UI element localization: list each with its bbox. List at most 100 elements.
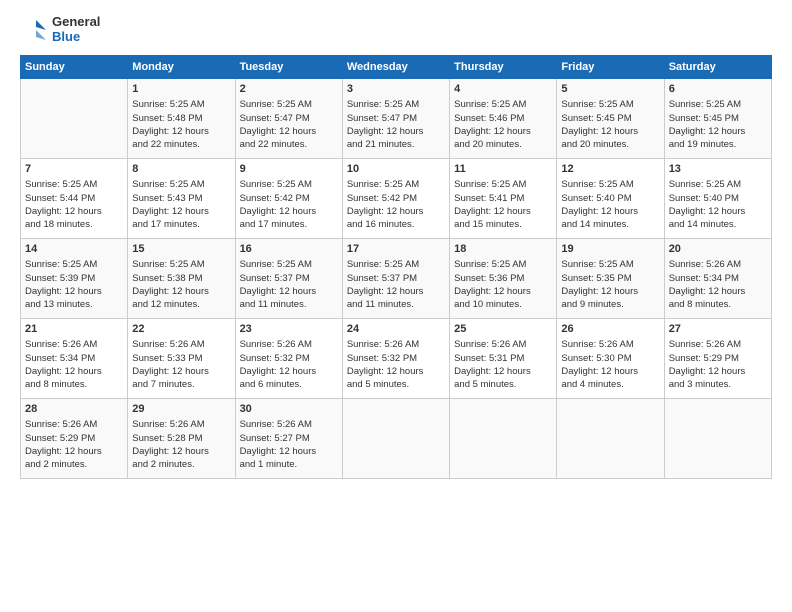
calendar-cell bbox=[557, 398, 664, 478]
week-row-5: 28Sunrise: 5:26 AM Sunset: 5:29 PM Dayli… bbox=[21, 398, 772, 478]
calendar-cell: 16Sunrise: 5:25 AM Sunset: 5:37 PM Dayli… bbox=[235, 238, 342, 318]
day-number: 21 bbox=[25, 322, 123, 337]
day-number: 29 bbox=[132, 402, 230, 417]
header-tuesday: Tuesday bbox=[235, 55, 342, 78]
calendar-cell: 3Sunrise: 5:25 AM Sunset: 5:47 PM Daylig… bbox=[342, 78, 449, 158]
day-number: 20 bbox=[669, 242, 767, 257]
calendar-cell: 21Sunrise: 5:26 AM Sunset: 5:34 PM Dayli… bbox=[21, 318, 128, 398]
header-sunday: Sunday bbox=[21, 55, 128, 78]
calendar-cell: 22Sunrise: 5:26 AM Sunset: 5:33 PM Dayli… bbox=[128, 318, 235, 398]
day-info: Sunrise: 5:25 AM Sunset: 5:45 PM Dayligh… bbox=[561, 98, 659, 151]
day-info: Sunrise: 5:26 AM Sunset: 5:32 PM Dayligh… bbox=[240, 338, 338, 391]
day-number: 16 bbox=[240, 242, 338, 257]
calendar-cell: 4Sunrise: 5:25 AM Sunset: 5:46 PM Daylig… bbox=[450, 78, 557, 158]
calendar-cell: 6Sunrise: 5:25 AM Sunset: 5:45 PM Daylig… bbox=[664, 78, 771, 158]
calendar-cell: 13Sunrise: 5:25 AM Sunset: 5:40 PM Dayli… bbox=[664, 158, 771, 238]
calendar-cell: 30Sunrise: 5:26 AM Sunset: 5:27 PM Dayli… bbox=[235, 398, 342, 478]
day-info: Sunrise: 5:25 AM Sunset: 5:42 PM Dayligh… bbox=[347, 178, 445, 231]
day-number: 9 bbox=[240, 162, 338, 177]
day-info: Sunrise: 5:26 AM Sunset: 5:34 PM Dayligh… bbox=[25, 338, 123, 391]
day-number: 15 bbox=[132, 242, 230, 257]
day-number: 18 bbox=[454, 242, 552, 257]
day-number: 2 bbox=[240, 82, 338, 97]
day-number: 1 bbox=[132, 82, 230, 97]
calendar-table: SundayMondayTuesdayWednesdayThursdayFrid… bbox=[20, 55, 772, 479]
day-number: 6 bbox=[669, 82, 767, 97]
day-info: Sunrise: 5:25 AM Sunset: 5:38 PM Dayligh… bbox=[132, 258, 230, 311]
day-info: Sunrise: 5:26 AM Sunset: 5:30 PM Dayligh… bbox=[561, 338, 659, 391]
calendar-cell: 18Sunrise: 5:25 AM Sunset: 5:36 PM Dayli… bbox=[450, 238, 557, 318]
day-number: 24 bbox=[347, 322, 445, 337]
day-info: Sunrise: 5:25 AM Sunset: 5:40 PM Dayligh… bbox=[669, 178, 767, 231]
calendar-cell: 19Sunrise: 5:25 AM Sunset: 5:35 PM Dayli… bbox=[557, 238, 664, 318]
day-number: 27 bbox=[669, 322, 767, 337]
day-info: Sunrise: 5:25 AM Sunset: 5:47 PM Dayligh… bbox=[347, 98, 445, 151]
calendar-cell bbox=[450, 398, 557, 478]
header-thursday: Thursday bbox=[450, 55, 557, 78]
day-number: 10 bbox=[347, 162, 445, 177]
calendar-cell: 9Sunrise: 5:25 AM Sunset: 5:42 PM Daylig… bbox=[235, 158, 342, 238]
day-info: Sunrise: 5:25 AM Sunset: 5:48 PM Dayligh… bbox=[132, 98, 230, 151]
calendar-cell: 25Sunrise: 5:26 AM Sunset: 5:31 PM Dayli… bbox=[450, 318, 557, 398]
day-info: Sunrise: 5:26 AM Sunset: 5:31 PM Dayligh… bbox=[454, 338, 552, 391]
day-info: Sunrise: 5:25 AM Sunset: 5:45 PM Dayligh… bbox=[669, 98, 767, 151]
calendar-cell: 26Sunrise: 5:26 AM Sunset: 5:30 PM Dayli… bbox=[557, 318, 664, 398]
calendar-cell bbox=[342, 398, 449, 478]
day-info: Sunrise: 5:25 AM Sunset: 5:39 PM Dayligh… bbox=[25, 258, 123, 311]
day-info: Sunrise: 5:26 AM Sunset: 5:27 PM Dayligh… bbox=[240, 418, 338, 471]
calendar-cell: 11Sunrise: 5:25 AM Sunset: 5:41 PM Dayli… bbox=[450, 158, 557, 238]
day-number: 14 bbox=[25, 242, 123, 257]
calendar-cell: 28Sunrise: 5:26 AM Sunset: 5:29 PM Dayli… bbox=[21, 398, 128, 478]
day-info: Sunrise: 5:25 AM Sunset: 5:37 PM Dayligh… bbox=[347, 258, 445, 311]
header-monday: Monday bbox=[128, 55, 235, 78]
calendar-cell: 15Sunrise: 5:25 AM Sunset: 5:38 PM Dayli… bbox=[128, 238, 235, 318]
calendar-cell: 29Sunrise: 5:26 AM Sunset: 5:28 PM Dayli… bbox=[128, 398, 235, 478]
day-number: 25 bbox=[454, 322, 552, 337]
calendar-cell: 14Sunrise: 5:25 AM Sunset: 5:39 PM Dayli… bbox=[21, 238, 128, 318]
day-info: Sunrise: 5:25 AM Sunset: 5:42 PM Dayligh… bbox=[240, 178, 338, 231]
calendar-cell bbox=[664, 398, 771, 478]
header-friday: Friday bbox=[557, 55, 664, 78]
day-info: Sunrise: 5:25 AM Sunset: 5:37 PM Dayligh… bbox=[240, 258, 338, 311]
calendar-cell: 2Sunrise: 5:25 AM Sunset: 5:47 PM Daylig… bbox=[235, 78, 342, 158]
day-number: 3 bbox=[347, 82, 445, 97]
day-info: Sunrise: 5:26 AM Sunset: 5:29 PM Dayligh… bbox=[25, 418, 123, 471]
header-wednesday: Wednesday bbox=[342, 55, 449, 78]
week-row-1: 1Sunrise: 5:25 AM Sunset: 5:48 PM Daylig… bbox=[21, 78, 772, 158]
logo-icon bbox=[20, 16, 48, 44]
day-info: Sunrise: 5:25 AM Sunset: 5:41 PM Dayligh… bbox=[454, 178, 552, 231]
day-number: 7 bbox=[25, 162, 123, 177]
calendar-cell: 20Sunrise: 5:26 AM Sunset: 5:34 PM Dayli… bbox=[664, 238, 771, 318]
calendar-cell: 17Sunrise: 5:25 AM Sunset: 5:37 PM Dayli… bbox=[342, 238, 449, 318]
logo-line1: General bbox=[52, 15, 100, 30]
calendar-cell bbox=[21, 78, 128, 158]
day-number: 13 bbox=[669, 162, 767, 177]
calendar-cell: 1Sunrise: 5:25 AM Sunset: 5:48 PM Daylig… bbox=[128, 78, 235, 158]
day-info: Sunrise: 5:25 AM Sunset: 5:47 PM Dayligh… bbox=[240, 98, 338, 151]
day-info: Sunrise: 5:25 AM Sunset: 5:36 PM Dayligh… bbox=[454, 258, 552, 311]
day-number: 30 bbox=[240, 402, 338, 417]
day-info: Sunrise: 5:26 AM Sunset: 5:32 PM Dayligh… bbox=[347, 338, 445, 391]
logo: General Blue bbox=[20, 15, 100, 45]
week-row-2: 7Sunrise: 5:25 AM Sunset: 5:44 PM Daylig… bbox=[21, 158, 772, 238]
calendar-cell: 7Sunrise: 5:25 AM Sunset: 5:44 PM Daylig… bbox=[21, 158, 128, 238]
day-number: 8 bbox=[132, 162, 230, 177]
day-info: Sunrise: 5:26 AM Sunset: 5:29 PM Dayligh… bbox=[669, 338, 767, 391]
calendar-cell: 8Sunrise: 5:25 AM Sunset: 5:43 PM Daylig… bbox=[128, 158, 235, 238]
day-number: 12 bbox=[561, 162, 659, 177]
logo-line2: Blue bbox=[52, 30, 100, 45]
day-info: Sunrise: 5:25 AM Sunset: 5:44 PM Dayligh… bbox=[25, 178, 123, 231]
day-info: Sunrise: 5:26 AM Sunset: 5:28 PM Dayligh… bbox=[132, 418, 230, 471]
day-info: Sunrise: 5:25 AM Sunset: 5:40 PM Dayligh… bbox=[561, 178, 659, 231]
day-number: 28 bbox=[25, 402, 123, 417]
day-number: 17 bbox=[347, 242, 445, 257]
day-number: 4 bbox=[454, 82, 552, 97]
day-number: 26 bbox=[561, 322, 659, 337]
day-info: Sunrise: 5:25 AM Sunset: 5:43 PM Dayligh… bbox=[132, 178, 230, 231]
calendar-cell: 12Sunrise: 5:25 AM Sunset: 5:40 PM Dayli… bbox=[557, 158, 664, 238]
day-number: 23 bbox=[240, 322, 338, 337]
day-info: Sunrise: 5:25 AM Sunset: 5:35 PM Dayligh… bbox=[561, 258, 659, 311]
calendar-cell: 23Sunrise: 5:26 AM Sunset: 5:32 PM Dayli… bbox=[235, 318, 342, 398]
page-header: General Blue bbox=[20, 15, 772, 45]
day-number: 5 bbox=[561, 82, 659, 97]
